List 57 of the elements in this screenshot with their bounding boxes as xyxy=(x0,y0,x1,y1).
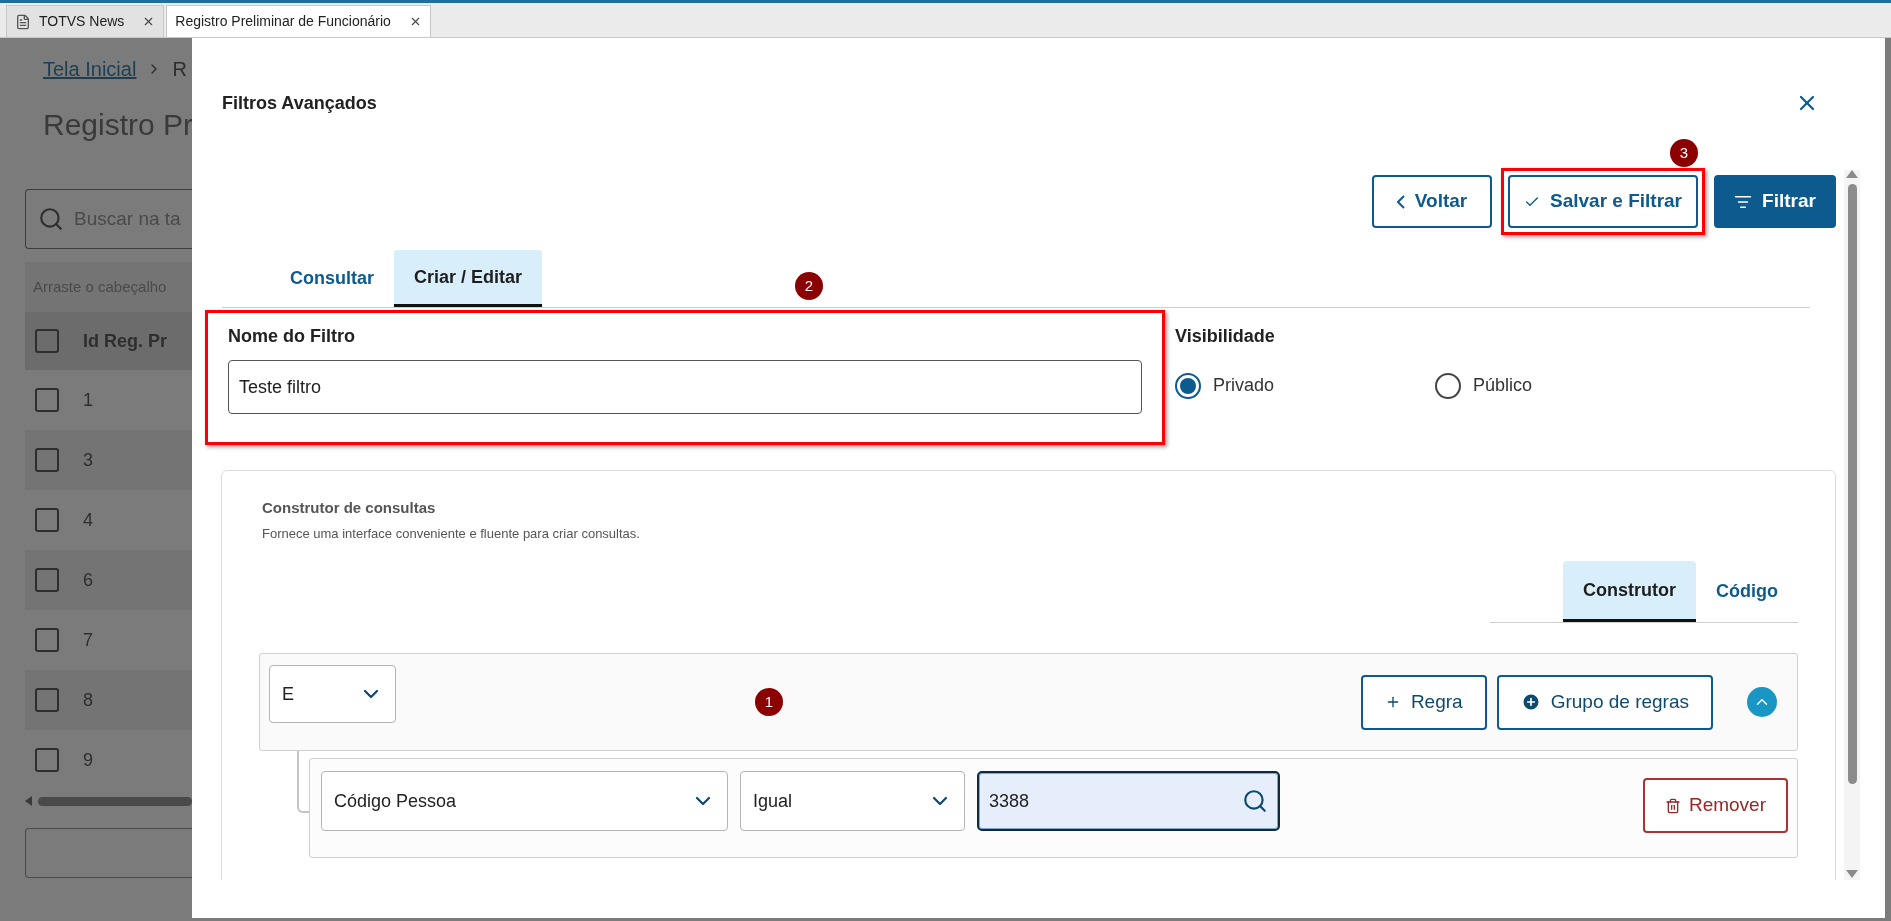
add-button[interactable]: Regra xyxy=(1360,674,1487,730)
select-field[interactable]: Código Pessoa xyxy=(321,771,728,831)
radio-button[interactable] xyxy=(1435,372,1461,399)
checkbox[interactable] xyxy=(35,568,59,592)
tab[interactable]: Consultar xyxy=(270,250,394,307)
table-cell-text: 7 xyxy=(83,628,93,652)
radio-option[interactable]: Privado xyxy=(1175,372,1345,399)
callout-number: 1 xyxy=(755,688,783,716)
tab[interactable]: Construtor xyxy=(1563,561,1696,622)
checkbox[interactable] xyxy=(35,508,59,532)
radio-option[interactable]: Público xyxy=(1435,372,1605,399)
scroll-left-icon[interactable] xyxy=(25,796,32,806)
action-button[interactable]: Salvar e Filtrar xyxy=(1508,175,1698,228)
table-cell-text: 3 xyxy=(83,448,93,472)
scrollbar-thumb[interactable] xyxy=(38,796,192,806)
checkbox[interactable] xyxy=(35,388,59,412)
trash-icon xyxy=(1664,797,1681,814)
checkbox[interactable] xyxy=(35,329,59,353)
remove-button[interactable]: Remover xyxy=(1642,778,1788,833)
table-cell-text: 6 xyxy=(83,568,93,592)
callout-number: 2 xyxy=(795,272,823,300)
select-field[interactable]: E xyxy=(269,665,396,723)
checkbox[interactable] xyxy=(35,748,59,772)
browser-tab[interactable]: Registro Preliminar de Funcionário xyxy=(166,5,431,37)
tab[interactable]: Criar / Editar xyxy=(394,250,543,307)
table-cell-text: 4 xyxy=(83,508,93,532)
tab[interactable]: Código xyxy=(1696,561,1798,622)
checkbox[interactable] xyxy=(35,448,59,472)
action-button[interactable]: Filtrar xyxy=(1714,175,1836,228)
field-label: Nome do Filtro xyxy=(228,325,356,348)
chevron-left-icon xyxy=(1396,194,1405,209)
collapse-button[interactable] xyxy=(1747,687,1777,717)
filter-name-input[interactable]: Teste filtro xyxy=(228,360,1142,414)
scrollbar-thumb[interactable] xyxy=(1847,184,1857,784)
table-cell-text: 1 xyxy=(83,388,93,412)
field-label: Visibilidade xyxy=(1175,325,1276,348)
browser-tab[interactable]: TOTVS News xyxy=(6,5,165,37)
search-icon xyxy=(1242,788,1268,814)
document-icon xyxy=(15,13,31,30)
callout-number: 3 xyxy=(1670,139,1698,167)
checkbox[interactable] xyxy=(35,688,59,712)
dialog-title: Filtros Avançados xyxy=(222,91,377,115)
section-description: Fornece uma interface conveniente e fluente para criar consultas. xyxy=(262,524,641,543)
table-cell-text: 8 xyxy=(83,688,93,712)
breadcrumb-item: R xyxy=(172,57,187,82)
plus-circle-icon xyxy=(1520,692,1541,712)
checkbox[interactable] xyxy=(35,628,59,652)
radio-button[interactable] xyxy=(1175,372,1201,399)
scroll-down-icon[interactable] xyxy=(1846,870,1858,878)
action-button[interactable]: Voltar xyxy=(1372,175,1492,228)
value-field[interactable]: 3388 xyxy=(977,771,1280,831)
page-title: Registro Pr xyxy=(42,107,192,143)
search-icon xyxy=(38,206,64,232)
table-cell-text: 9 xyxy=(83,748,93,772)
add-button[interactable]: Grupo de regras xyxy=(1496,674,1713,730)
select-field[interactable]: Igual xyxy=(740,771,965,831)
section-title: Construtor de consultas xyxy=(262,498,437,518)
